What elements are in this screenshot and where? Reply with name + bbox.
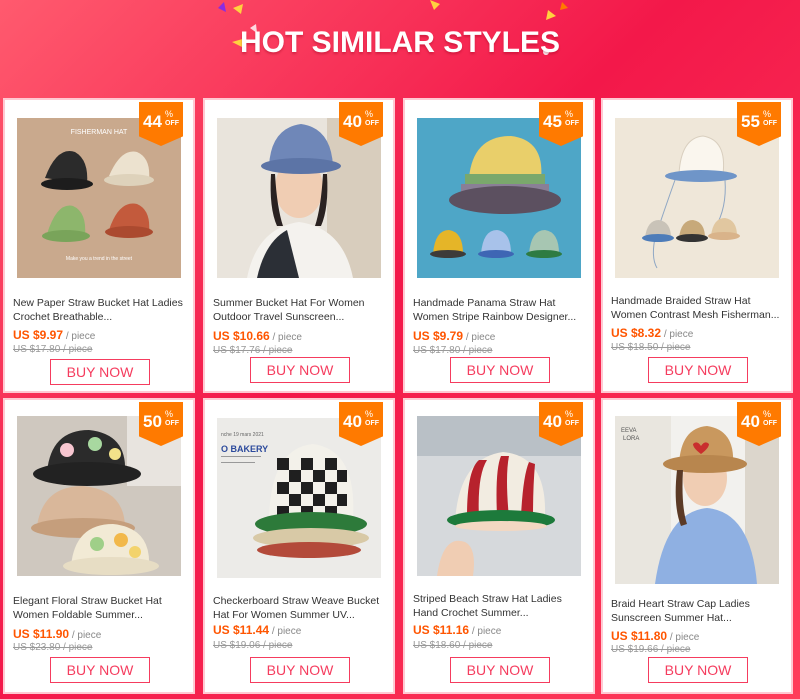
price-unit: / piece — [269, 332, 302, 343]
price-amount: US $9.97 — [13, 328, 64, 342]
price-unit: / piece — [661, 329, 694, 340]
product-card[interactable]: FISHERMAN HAT Make you a trend in the st… — [3, 98, 195, 393]
off-label: OFF — [565, 120, 579, 127]
image-subheading: nche 19 mars 2021 — [221, 432, 264, 438]
off-label: OFF — [365, 120, 379, 127]
off-label: OFF — [365, 420, 379, 427]
original-price: US $19.06 / piece — [213, 640, 293, 651]
product-title[interactable]: Handmade Panama Straw Hat Women Stripe R… — [413, 296, 589, 324]
price-amount: US $8.32 — [611, 326, 662, 340]
price-unit: / piece — [463, 332, 496, 343]
product-card[interactable]: 40 % OFF Summer Bucket Hat For Women Out… — [203, 98, 395, 393]
price-unit: / piece — [269, 626, 302, 637]
price-unit: / piece — [667, 632, 700, 643]
off-label: OFF — [565, 420, 579, 427]
discount-percent: 40 — [741, 412, 760, 431]
buy-now-button[interactable]: BUY NOW — [250, 357, 350, 383]
price-unit: / piece — [469, 626, 502, 637]
original-price: US $17.80 / piece — [413, 345, 493, 356]
product-price: US $11.16 / piece — [413, 623, 501, 637]
product-title[interactable]: Braid Heart Straw Cap Ladies Sunscreen S… — [611, 597, 787, 625]
original-price-text: US $17.80 / piece — [13, 344, 93, 355]
buy-now-button[interactable]: BUY NOW — [450, 657, 550, 683]
original-price-text: US $19.66 / piece — [611, 644, 691, 655]
percent-sign: % — [763, 109, 772, 119]
product-price: US $11.44 / piece — [213, 623, 301, 637]
discount-percent: 40 — [543, 412, 562, 431]
product-title[interactable]: Summer Bucket Hat For Women Outdoor Trav… — [213, 296, 389, 324]
discount-percent: 50 — [143, 412, 162, 431]
product-title[interactable]: Checkerboard Straw Weave Bucket Hat For … — [213, 594, 389, 622]
image-caption: Make you a trend in the street — [66, 256, 133, 262]
product-price: US $9.97 / piece — [13, 328, 95, 342]
discount-percent: 45 — [543, 112, 562, 131]
original-price: US $17.80 / piece — [13, 344, 93, 355]
buy-now-button[interactable]: BUY NOW — [648, 357, 748, 383]
image-heading: O BAKERY — [221, 444, 268, 454]
product-title[interactable]: Handmade Braided Straw Hat Women Contras… — [611, 294, 787, 322]
percent-sign: % — [165, 409, 174, 419]
discount-percent: 44 — [143, 112, 162, 131]
original-price-text: US $17.80 / piece — [413, 345, 493, 356]
original-price: US $19.66 / piece — [611, 644, 691, 655]
product-card[interactable]: 40 % OFF Striped Beach Straw Hat Ladies … — [403, 398, 595, 694]
product-title[interactable]: New Paper Straw Bucket Hat Ladies Croche… — [13, 296, 189, 324]
percent-sign: % — [763, 409, 772, 419]
price-amount: US $11.80 — [611, 629, 668, 643]
percent-sign: % — [565, 109, 574, 119]
product-price: US $8.32 / piece — [611, 326, 693, 340]
original-price-text: US $23.80 / piece — [13, 642, 93, 653]
discount-percent: 40 — [343, 112, 362, 131]
price-amount: US $11.44 — [213, 623, 270, 637]
buy-now-button[interactable]: BUY NOW — [50, 657, 150, 683]
original-price: US $18.60 / piece — [413, 640, 493, 651]
product-title[interactable]: Striped Beach Straw Hat Ladies Hand Croc… — [413, 592, 589, 620]
product-card[interactable]: 45 % OFF Handmade Panama Straw Hat Women… — [403, 98, 595, 393]
off-label: OFF — [165, 420, 179, 427]
buy-now-button[interactable]: BUY NOW — [50, 359, 150, 385]
banner-title: HOT SIMILAR STYLES — [239, 26, 560, 59]
original-price-text: US $18.50 / piece — [611, 342, 691, 353]
percent-sign: % — [565, 409, 574, 419]
product-price: US $11.90 / piece — [13, 627, 101, 641]
price-unit: / piece — [63, 331, 96, 342]
product-card[interactable]: 50 % OFF Elegant Floral Straw Bucket Hat… — [3, 398, 195, 694]
product-card[interactable]: EEVA LORA 40 % OFF Braid Heart Straw Cap… — [601, 398, 793, 694]
percent-sign: % — [365, 109, 374, 119]
image-heading: EEVA — [621, 428, 637, 434]
buy-now-button[interactable]: BUY NOW — [648, 657, 748, 683]
off-label: OFF — [763, 120, 777, 127]
original-price: US $17.76 / piece — [213, 345, 293, 356]
off-label: OFF — [763, 420, 777, 427]
percent-sign: % — [165, 109, 174, 119]
discount-percent: 40 — [343, 412, 362, 431]
price-amount: US $9.79 — [413, 329, 464, 343]
product-card[interactable]: nche 19 mars 2021 O BAKERY 40 % OFF Chec… — [203, 398, 395, 694]
buy-now-button[interactable]: BUY NOW — [450, 357, 550, 383]
price-amount: US $10.66 — [213, 329, 270, 343]
original-price-text: US $17.76 / piece — [213, 345, 293, 356]
product-price: US $9.79 / piece — [413, 329, 495, 343]
original-price: US $23.80 / piece — [13, 642, 93, 653]
product-price: US $10.66 / piece — [213, 329, 302, 343]
original-price-text: US $18.60 / piece — [413, 640, 493, 651]
product-price: US $11.80 / piece — [611, 629, 699, 643]
product-grid: FISHERMAN HAT Make you a trend in the st… — [3, 98, 799, 696]
image-subheading: LORA — [623, 436, 639, 442]
price-unit: / piece — [69, 630, 102, 641]
buy-now-button[interactable]: BUY NOW — [250, 657, 350, 683]
original-price-text: US $19.06 / piece — [213, 640, 293, 651]
original-price: US $18.50 / piece — [611, 342, 691, 353]
product-title[interactable]: Elegant Floral Straw Bucket Hat Women Fo… — [13, 594, 189, 622]
price-amount: US $11.16 — [413, 623, 470, 637]
product-card[interactable]: 55 % OFF Handmade Braided Straw Hat Wome… — [601, 98, 793, 393]
off-label: OFF — [165, 120, 179, 127]
discount-percent: 55 — [741, 112, 760, 131]
price-amount: US $11.90 — [13, 627, 70, 641]
image-heading: FISHERMAN HAT — [71, 129, 128, 136]
percent-sign: % — [365, 409, 374, 419]
promo-banner: HOT SIMILAR STYLES — [0, 0, 800, 92]
